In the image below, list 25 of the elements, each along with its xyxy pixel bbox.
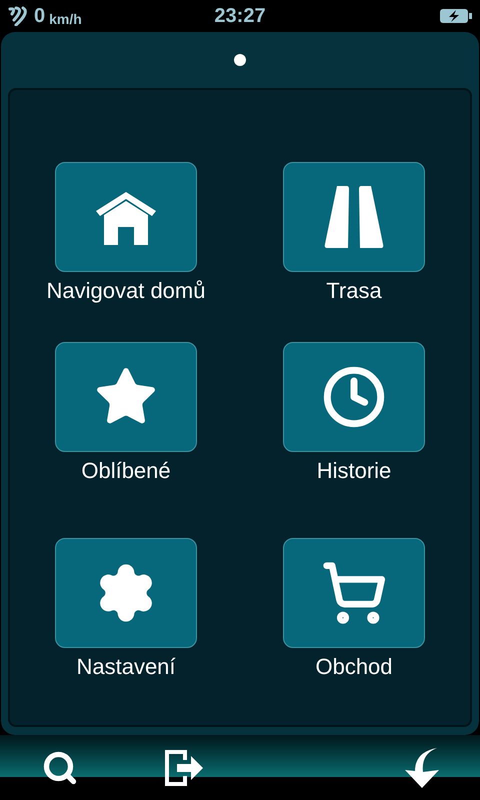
menu-tile[interactable]: [283, 342, 425, 452]
house-icon: [94, 189, 158, 245]
road-icon: [323, 186, 385, 248]
menu-label: Trasa: [326, 278, 382, 304]
menu-tile[interactable]: [55, 342, 197, 452]
signal-icon: [8, 6, 30, 26]
speed-value: 0: [34, 6, 46, 26]
menu-label: Obchod: [315, 654, 393, 680]
exit-button[interactable]: [164, 748, 206, 788]
back-arrow-icon: [405, 748, 439, 788]
exit-icon: [165, 750, 205, 786]
menu-label: Oblíbené: [81, 458, 171, 484]
clock-icon: [322, 365, 386, 429]
battery-icon: [440, 8, 472, 24]
cart-icon: [321, 560, 387, 626]
menu-tile[interactable]: [55, 162, 197, 272]
search-icon: [42, 750, 78, 786]
menu-tile[interactable]: [283, 162, 425, 272]
menu-label: Historie: [316, 458, 392, 484]
speed-unit: km/h: [49, 12, 82, 26]
menu-tile[interactable]: [283, 538, 425, 648]
menu-label: Navigovat domů: [46, 278, 206, 304]
menu-tile[interactable]: [55, 538, 197, 648]
menu-label: Nastavení: [76, 654, 176, 680]
clock-time: 23:27: [214, 4, 266, 29]
